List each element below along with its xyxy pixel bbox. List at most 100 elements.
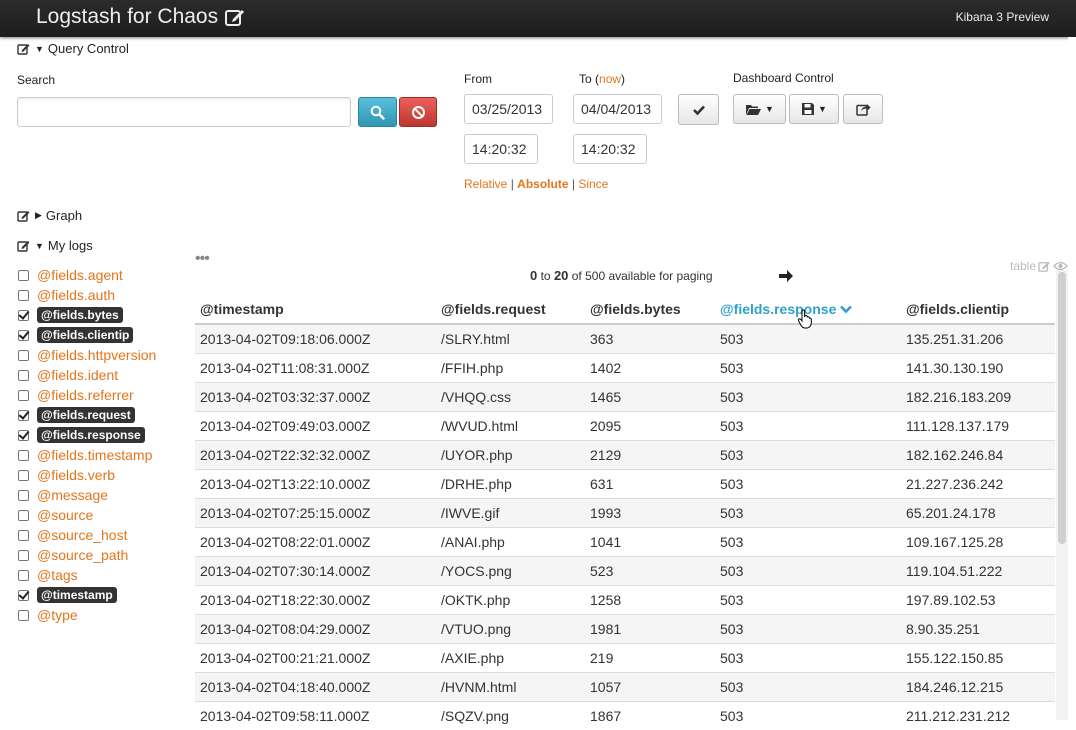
field-item[interactable]: @fields.httpversion	[18, 346, 156, 364]
graph-panel-header[interactable]: ▶ Graph	[17, 208, 82, 223]
field-name[interactable]: @fields.timestamp	[37, 447, 152, 463]
field-name[interactable]: @fields.ident	[37, 367, 118, 383]
field-item[interactable]: @source_host	[18, 526, 127, 544]
relative-link[interactable]: Relative	[464, 177, 507, 191]
field-item[interactable]: @type	[18, 606, 78, 624]
from-date-input[interactable]: 03/25/2013	[464, 94, 553, 124]
field-name[interactable]: @type	[37, 607, 78, 623]
field-checkbox[interactable]	[18, 429, 29, 441]
since-link[interactable]: Since	[578, 177, 608, 191]
table-row[interactable]: 2013-04-02T18:22:30.000Z/OKTK.php 1258 503…	[195, 584, 1055, 614]
edit-panel-icon[interactable]	[17, 239, 31, 253]
dashboard-title[interactable]: Logstash for Chaos	[36, 5, 218, 29]
from-time-input[interactable]: 14:20:32	[464, 134, 538, 164]
field-checkbox[interactable]	[18, 369, 29, 381]
table-row[interactable]: 2013-04-02T04:18:40.000Z/HVNM.html 1057 50…	[195, 671, 1055, 701]
field-item[interactable]: @message	[18, 486, 108, 504]
logs-panel-header[interactable]: ▼ My logs	[17, 238, 93, 253]
drag-handle-icon[interactable]: •••	[195, 250, 210, 268]
now-link[interactable]: now	[599, 72, 621, 86]
field-item[interactable]: @fields.agent	[18, 266, 123, 284]
edit-icon[interactable]	[1038, 260, 1051, 273]
table-row[interactable]: 2013-04-02T07:30:14.000Z/YOCS.png 523 503 1…	[195, 555, 1055, 585]
sort-desc-chevron-icon[interactable]	[840, 305, 853, 314]
field-item[interactable]: @fields.verb	[18, 466, 115, 484]
save-dashboard-button[interactable]: ▼	[789, 94, 839, 124]
scrollbar-thumb[interactable]	[1058, 272, 1066, 544]
field-name[interactable]: @source	[37, 507, 93, 523]
share-dashboard-button[interactable]	[843, 94, 883, 124]
edit-dashboard-icon[interactable]	[224, 6, 246, 28]
field-item[interactable]: @fields.response	[18, 426, 145, 444]
field-name[interactable]: @message	[37, 487, 108, 503]
field-name[interactable]: @tags	[37, 567, 78, 583]
field-checkbox[interactable]	[18, 329, 29, 341]
column-header[interactable]: @fields.bytes	[585, 294, 715, 325]
field-checkbox[interactable]	[18, 389, 29, 401]
absolute-link[interactable]: Absolute	[517, 177, 568, 191]
table-row[interactable]: 2013-04-02T07:25:15.000Z/IWVE.gif 1993 503…	[195, 497, 1055, 527]
field-checkbox[interactable]	[18, 549, 29, 561]
field-name[interactable]: @fields.response	[37, 427, 145, 443]
field-checkbox[interactable]	[18, 309, 29, 321]
field-item[interactable]: @fields.bytes	[18, 306, 123, 324]
field-item[interactable]: @source	[18, 506, 93, 524]
collapse-caret-icon[interactable]: ▼	[35, 241, 44, 251]
table-row[interactable]: 2013-04-02T22:32:32.000Z/UYOR.php 2129 503…	[195, 439, 1055, 469]
table-row[interactable]: 2013-04-02T13:22:10.000Z/DRHE.php 631 503 2…	[195, 468, 1055, 498]
field-name[interactable]: @fields.bytes	[37, 307, 123, 323]
query-control-header[interactable]: ▼ Query Control	[17, 41, 129, 56]
to-date-input[interactable]: 04/04/2013	[573, 94, 662, 124]
field-checkbox[interactable]	[18, 529, 29, 541]
table-scrollbar[interactable]	[1056, 270, 1068, 720]
field-checkbox[interactable]	[18, 469, 29, 481]
next-page-arrow-icon[interactable]	[778, 268, 794, 284]
table-row[interactable]: 2013-04-02T09:18:06.000Z/SLRY.html 363 503…	[195, 323, 1055, 353]
field-name[interactable]: @fields.request	[37, 407, 135, 423]
column-header[interactable]: @fields.clientip	[901, 294, 1055, 325]
field-name[interactable]: @fields.auth	[37, 287, 115, 303]
field-name[interactable]: @fields.verb	[37, 467, 115, 483]
field-checkbox[interactable]	[18, 609, 29, 621]
field-name[interactable]: @fields.clientip	[37, 327, 134, 343]
collapse-caret-icon[interactable]: ▼	[35, 44, 44, 54]
field-item[interactable]: @fields.referrer	[18, 386, 134, 404]
field-item[interactable]: @fields.clientip	[18, 326, 134, 344]
field-name[interactable]: @fields.agent	[37, 267, 123, 283]
table-row[interactable]: 2013-04-02T11:08:31.000Z/FFIH.php 1402 503…	[195, 352, 1055, 382]
field-checkbox[interactable]	[18, 409, 29, 421]
search-input[interactable]	[17, 97, 351, 127]
apply-time-button[interactable]	[678, 94, 719, 125]
field-checkbox[interactable]	[18, 569, 29, 581]
field-name[interactable]: @fields.referrer	[37, 387, 134, 403]
edit-panel-icon[interactable]	[17, 42, 31, 56]
field-item[interactable]: @fields.request	[18, 406, 135, 424]
table-row[interactable]: 2013-04-02T08:04:29.000Z/VTUO.png 1981 503…	[195, 613, 1055, 643]
field-item[interactable]: @timestamp	[18, 586, 117, 604]
column-header[interactable]: @fields.request	[436, 294, 585, 325]
field-checkbox[interactable]	[18, 349, 29, 361]
field-item[interactable]: @fields.ident	[18, 366, 118, 384]
field-checkbox[interactable]	[18, 489, 29, 501]
field-checkbox[interactable]	[18, 509, 29, 521]
field-name[interactable]: @timestamp	[37, 587, 117, 603]
search-button[interactable]	[358, 97, 397, 127]
field-checkbox[interactable]	[18, 589, 29, 601]
field-name[interactable]: @fields.httpversion	[37, 347, 156, 363]
field-item[interactable]: @source_path	[18, 546, 128, 564]
edit-panel-icon[interactable]	[17, 209, 31, 223]
table-row[interactable]: 2013-04-02T09:49:03.000Z/WVUD.html 2095 50…	[195, 410, 1055, 440]
to-time-input[interactable]: 14:20:32	[573, 134, 647, 164]
table-row[interactable]: 2013-04-02T08:22:01.000Z/ANAI.php 1041 503…	[195, 526, 1055, 556]
field-name[interactable]: @source_host	[37, 527, 127, 543]
expand-caret-icon[interactable]: ▶	[35, 210, 42, 221]
field-checkbox[interactable]	[18, 269, 29, 281]
field-checkbox[interactable]	[18, 289, 29, 301]
table-row[interactable]: 2013-04-02T03:32:37.000Z/VHQQ.css 1465 503…	[195, 381, 1055, 411]
clear-search-button[interactable]	[399, 97, 437, 127]
field-checkbox[interactable]	[18, 449, 29, 461]
table-row[interactable]: 2013-04-02T00:21:21.000Z/AXIE.php 219 503 1…	[195, 642, 1055, 672]
column-header[interactable]: @timestamp	[195, 294, 436, 325]
table-row[interactable]: 2013-04-02T09:58:11.000Z/SQZV.png 1867 503…	[195, 700, 1055, 730]
load-dashboard-button[interactable]: ▼	[733, 94, 786, 124]
